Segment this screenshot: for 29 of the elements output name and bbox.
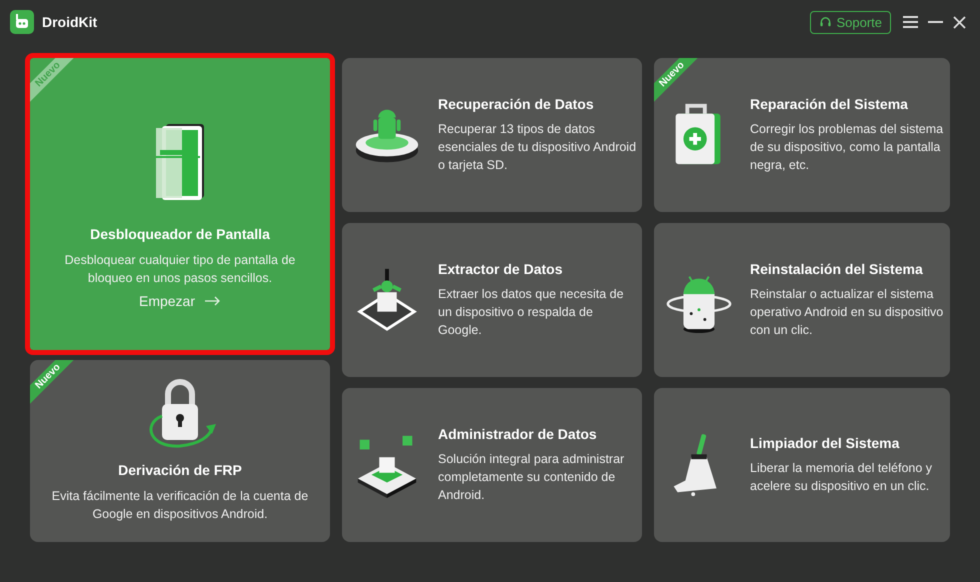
headset-icon <box>819 16 832 28</box>
card-description: Reinstalar o actualizar el sistema operativo Android en su dispositivo con un clic. <box>750 286 944 339</box>
card-title: Desbloqueador de Pantalla <box>89 226 271 242</box>
card-title: Administrador de Datos <box>438 426 598 442</box>
card-description: Liberar la memoria del teléfono y acelere su dispositivo en un clic. <box>750 460 934 495</box>
card-title: Reinstalación del Sistema <box>750 261 924 277</box>
card-title: Derivación de FRP <box>117 462 243 478</box>
feature-card[interactable]: Extractor de Datos Extraer los datos que necesita de un dispositivo o respalda de Google. <box>342 223 642 377</box>
feature-card[interactable]: Recuperación de Datos Recuperar 13 tipos de datos esenciales de tu dispositivo Android o tarjeta SD. <box>342 58 642 212</box>
app-title: DroidKit <box>42 14 98 30</box>
card-title: Recuperación de Datos <box>438 96 595 112</box>
card-title: Reparación del Sistema <box>750 96 909 112</box>
app-logo-icon <box>10 10 34 34</box>
feature-card[interactable]: Administrador de Datos Solución integral para administrar completamente su contenido de Android. <box>342 388 642 542</box>
feature-card[interactable]: Reinstalación del Sistema Reinstalar o actualizar el sistema operativo Android en su dispositivo con un clic. <box>654 223 950 377</box>
card-description: Extraer los datos que necesita de un dispositivo o respalda de Google. <box>438 286 625 339</box>
arrow-icon <box>205 296 222 306</box>
close-icon[interactable] <box>953 16 966 28</box>
card-description: Solución integral para administrar completamente su contenido de Android. <box>438 451 626 504</box>
card-title: Extractor de Datos <box>438 261 564 277</box>
card-description: Recuperar 13 tipos de datos esenciales de tu dispositivo Android o tarjeta SD. <box>438 121 638 174</box>
phone-unlock-icon <box>154 122 206 202</box>
card-description: Desbloquear cualquier tipo de pantalla de bloqueo en unos pasos sencillos. <box>64 252 296 287</box>
menu-icon[interactable] <box>903 16 918 28</box>
feature-card[interactable]: Limpiador del Sistema Liberar la memoria del teléfono y acelere su dispositivo en un clic. <box>654 388 950 542</box>
card-description: Evita fácilmente la verificación de la cuenta de Google en dispositivos Android. <box>50 488 310 523</box>
support-button[interactable]: Soporte <box>810 10 891 34</box>
card-description: Corregir los problemas del sistema de su dispositivo, como la pantalla negra, etc. <box>750 121 944 174</box>
card-title: Limpiador del Sistema <box>750 435 900 451</box>
